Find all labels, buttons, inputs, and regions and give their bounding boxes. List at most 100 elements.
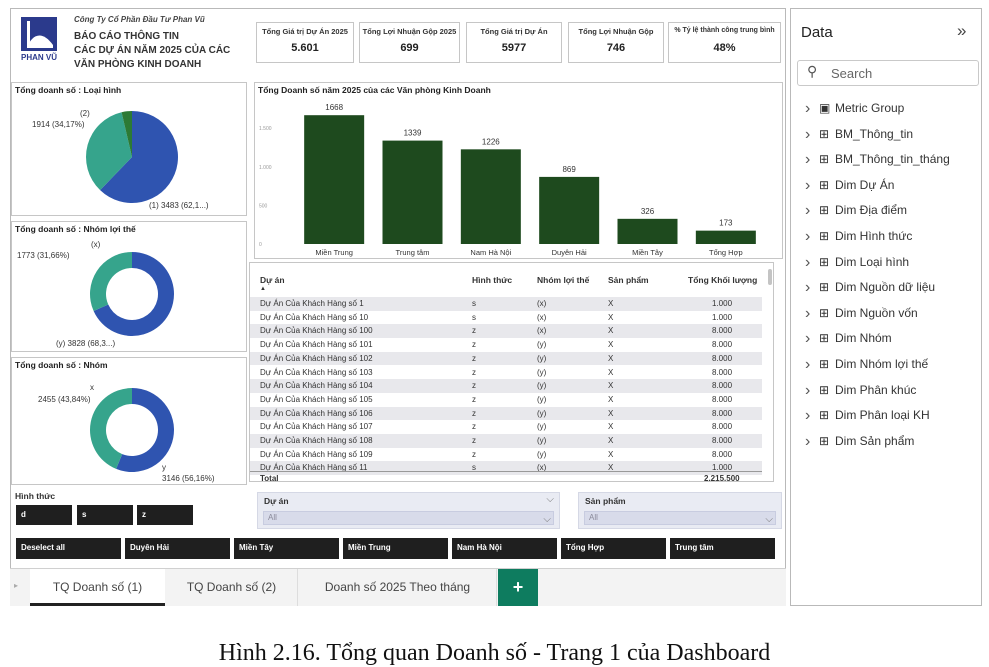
chevron-right-icon[interactable]: › [805, 100, 819, 118]
bar[interactable] [382, 140, 443, 244]
chevron-right-icon[interactable]: › [805, 202, 819, 220]
search-box[interactable]: ⚲ Search [797, 60, 979, 86]
tab-tq-doanh-so-2[interactable]: TQ Doanh số (2) [166, 569, 298, 606]
table-row[interactable]: Dự Án Của Khách Hàng số 108 z (y) X 8.000 [250, 434, 762, 448]
chevron-right-icon[interactable]: › [805, 330, 819, 348]
kpi-card[interactable]: Tổng Giá trị Dự Án 2025 5.601 [256, 22, 354, 63]
x-tick-label: Duyên Hải [552, 248, 587, 257]
total-label: Total [260, 474, 279, 482]
data-label: y [162, 463, 166, 472]
table-row[interactable]: Dự Án Của Khách Hàng số 106 z (y) X 8.000 [250, 406, 762, 421]
chevron-right-icon[interactable]: › [805, 151, 819, 169]
table-icon: ⊞ [819, 229, 830, 243]
collapse-pane-icon[interactable]: » [957, 21, 966, 41]
data-pane-item[interactable]: › ⊞ Dim Loại hình [805, 254, 909, 272]
office-filter-button[interactable]: Tổng Hợp [561, 538, 666, 559]
office-filter-button[interactable]: Miền Tây [234, 538, 339, 559]
data-pane-item[interactable]: › ⊞ Dim Dự Án [805, 177, 894, 195]
data-label: 1668 [325, 103, 343, 112]
data-pane-item[interactable]: › ⊞ Dim Nhóm [805, 330, 892, 348]
donut-nhom-loi-the[interactable]: Tổng doanh số : Nhóm lợi thế (x) 1773 (3… [11, 221, 247, 352]
table-cell: (y) [537, 353, 547, 363]
bar[interactable] [695, 230, 756, 244]
tab-tq-doanh-so-1[interactable]: TQ Doanh số (1) [30, 569, 165, 606]
chevron-right-icon[interactable]: › [805, 126, 819, 144]
data-pane-item[interactable]: › ▣ Metric Group [805, 100, 904, 118]
table-row[interactable]: Dự Án Của Khách Hàng số 105 z (y) X 8.000 [250, 393, 762, 407]
data-pane-item[interactable]: › ⊞ Dim Nguồn vốn [805, 305, 918, 323]
column-header[interactable]: Tổng Khối lượng [688, 275, 757, 285]
hinh-thuc-option-d[interactable]: d [16, 505, 72, 525]
hinh-thuc-option-z[interactable]: z [137, 505, 193, 525]
data-pane-item[interactable]: › ⊞ Dim Sản phẩm [805, 433, 914, 451]
deselect-all-button[interactable]: Deselect all [16, 538, 121, 559]
column-header[interactable]: Hình thức [472, 275, 512, 285]
table-row[interactable]: Dự Án Của Khách Hàng số 103 z (y) X 8.000 [250, 366, 762, 380]
table-row[interactable]: Dự Án Của Khách Hàng số 107 z (y) X 8.000 [250, 420, 762, 434]
chevron-down-icon[interactable]: ⌵ [546, 494, 554, 505]
table-row[interactable]: Dự Án Của Khách Hàng số 10 s (x) X 1.000 [250, 311, 762, 325]
column-header[interactable]: Dự án [260, 275, 285, 285]
tab-doanh-so-theo-thang[interactable]: Doanh số 2025 Theo tháng [299, 569, 497, 606]
slicer-dropdown[interactable]: All [584, 511, 776, 525]
project-table[interactable]: Dự án ▲ Hình thức Nhóm lợi thế Sản phẩm … [249, 262, 774, 482]
table-scrollbar[interactable] [768, 269, 772, 285]
column-header[interactable]: Nhóm lợi thế [537, 275, 589, 285]
chevron-right-icon[interactable]: › [805, 228, 819, 246]
kpi-card[interactable]: % Tỷ lệ thành công trung bình 48% [668, 22, 781, 63]
office-filter-button[interactable]: Duyên Hải [125, 538, 230, 559]
chevron-right-icon[interactable]: › [805, 356, 819, 374]
table-row[interactable]: Dự Án Của Khách Hàng số 104 z (y) X 8.000 [250, 379, 762, 393]
chevron-right-icon[interactable]: › [805, 305, 819, 323]
chevron-right-icon[interactable]: › [805, 177, 819, 195]
sort-arrow-icon: ▲ [260, 286, 266, 292]
office-filter-button[interactable]: Nam Hà Nội [452, 538, 557, 559]
chevron-right-icon[interactable]: › [805, 433, 819, 451]
office-filter-button[interactable]: Trung tâm [670, 538, 775, 559]
pie-loai-hinh[interactable]: Tổng doanh số : Loại hình (2) 1914 (34,1… [11, 82, 247, 216]
table-cell: X [608, 299, 614, 308]
hinh-thuc-option-s[interactable]: s [77, 505, 133, 525]
office-filter-button[interactable]: Miền Trung [343, 538, 448, 559]
data-pane-item[interactable]: › ⊞ Dim Nhóm lợi thế [805, 356, 928, 374]
slicer-san-pham[interactable]: Sản phẩm All ⌵ [578, 492, 782, 529]
tab-scroll-left-icon[interactable]: ▸ [14, 581, 18, 590]
pie-slice[interactable] [89, 252, 132, 312]
data-pane-item[interactable]: › ⊞ Dim Phân loại KH [805, 407, 930, 425]
table-row[interactable]: Dự Án Của Khách Hàng số 1 s (x) X 1.000 [250, 297, 762, 311]
bar-chart-offices[interactable]: Tổng Doanh số năm 2025 của các Văn phòng… [254, 82, 783, 259]
data-pane-item[interactable]: › ⊞ Dim Địa điểm [805, 202, 907, 220]
chevron-down-icon[interactable]: ⌵ [765, 514, 773, 525]
data-pane-item[interactable]: › ⊞ Dim Nguồn dữ liệu [805, 279, 935, 297]
table-row[interactable]: Dự Án Của Khách Hàng số 100 z (x) X 8.000 [250, 324, 762, 339]
bar[interactable] [539, 176, 600, 244]
table-icon: ⊞ [819, 203, 830, 218]
chevron-right-icon[interactable]: › [805, 407, 819, 425]
kpi-card[interactable]: Tổng Lợi Nhuận Gộp 2025 699 [359, 22, 460, 63]
table-row[interactable]: Dự Án Của Khách Hàng số 102 z (y) X 8.000 [250, 351, 762, 366]
bar[interactable] [304, 115, 365, 244]
slicer-dropdown[interactable]: All [263, 511, 554, 525]
table-icon: ⊞ [819, 357, 830, 371]
table-row[interactable]: Dự Án Của Khách Hàng số 101 z (y) X 8.000 [250, 338, 762, 352]
chevron-down-icon[interactable]: ⌵ [543, 514, 551, 525]
data-pane-item[interactable]: › ⊞ Dim Hình thức [805, 228, 912, 246]
table-row[interactable]: Dự Án Của Khách Hàng số 109 z (y) X 8.000 [250, 448, 762, 462]
kpi-card[interactable]: Tổng Giá trị Dự Án 5977 [466, 22, 562, 63]
data-pane-item[interactable]: › ⊞ BM_Thông_tin [805, 126, 913, 144]
add-page-button[interactable]: + [498, 569, 538, 606]
donut-nhom[interactable]: Tổng doanh số : Nhóm x 2455 (43,84%) y 3… [11, 357, 247, 485]
kpi-card[interactable]: Tổng Lợi Nhuận Gộp 746 [568, 22, 664, 63]
table-cell: Dự Án Của Khách Hàng số 103 [260, 367, 373, 377]
bar[interactable] [460, 149, 521, 244]
table-cell: z [472, 394, 476, 404]
logo-text: PHAN VŨ [20, 53, 57, 62]
data-pane-item[interactable]: › ⊞ BM_Thông_tin_tháng [805, 151, 950, 169]
data-pane-item[interactable]: › ⊞ Dim Phân khúc [805, 382, 916, 400]
chevron-right-icon[interactable]: › [805, 254, 819, 272]
slicer-du-an[interactable]: Dự án ⌵ All ⌵ [257, 492, 560, 529]
chevron-right-icon[interactable]: › [805, 382, 819, 400]
column-header[interactable]: Sản phẩm [608, 275, 649, 285]
bar[interactable] [617, 218, 678, 244]
chevron-right-icon[interactable]: › [805, 279, 819, 297]
